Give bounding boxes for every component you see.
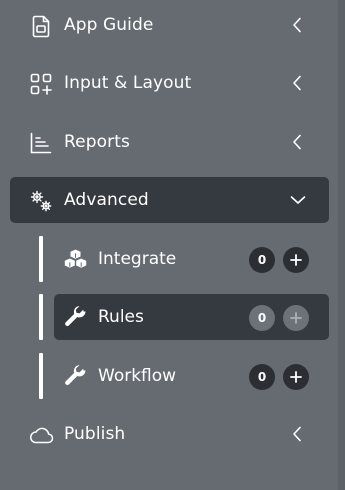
count-badge: 0: [249, 305, 275, 331]
submenu-indicator: [39, 294, 43, 340]
submenu-item-label: Integrate: [98, 249, 177, 269]
submenu-item-rules[interactable]: Rules 0: [54, 294, 329, 340]
count-badge: 0: [249, 364, 275, 390]
nav-item-label: Reports: [64, 132, 130, 152]
submenu-indicator: [39, 236, 43, 282]
count-badge: 0: [249, 247, 275, 273]
nav-item-advanced[interactable]: Advanced: [10, 177, 329, 223]
chevron-left-icon[interactable]: [289, 16, 307, 34]
submenu-item-label: Rules: [98, 307, 144, 327]
nav-item-reports[interactable]: Reports: [10, 119, 329, 165]
nav-item-label: Publish: [64, 424, 126, 444]
add-button[interactable]: [283, 247, 309, 273]
nav-item-label: App Guide: [64, 15, 154, 35]
nav-item-publish[interactable]: Publish: [10, 411, 329, 457]
chevron-down-icon[interactable]: [289, 191, 307, 209]
chevron-left-icon[interactable]: [289, 425, 307, 443]
cloud-icon: [28, 422, 54, 448]
cubes-icon: [63, 247, 88, 272]
submenu-item-integrate[interactable]: Integrate 0: [54, 236, 329, 282]
wrench-icon: [63, 305, 88, 330]
chart-icon: [28, 130, 54, 156]
nav-item-label: Input & Layout: [64, 73, 192, 93]
submenu-indicator: [39, 353, 43, 399]
submenu-item-workflow[interactable]: Workflow 0: [54, 353, 329, 399]
add-button[interactable]: [283, 364, 309, 390]
chevron-left-icon[interactable]: [289, 74, 307, 92]
document-icon: [28, 13, 54, 39]
add-button[interactable]: [283, 305, 309, 331]
scrollbar-track[interactable]: [338, 0, 345, 490]
grid-add-icon: [28, 71, 54, 97]
chevron-left-icon[interactable]: [289, 133, 307, 151]
nav-item-app-guide[interactable]: App Guide: [10, 2, 329, 48]
nav-item-label: Advanced: [64, 190, 149, 210]
sidebar: App Guide Input & Layout Reports Advance…: [0, 0, 345, 490]
nav-item-input-layout[interactable]: Input & Layout: [10, 60, 329, 106]
submenu-item-label: Workflow: [98, 366, 177, 386]
gears-icon: [28, 188, 54, 214]
wrench-icon: [63, 364, 88, 389]
